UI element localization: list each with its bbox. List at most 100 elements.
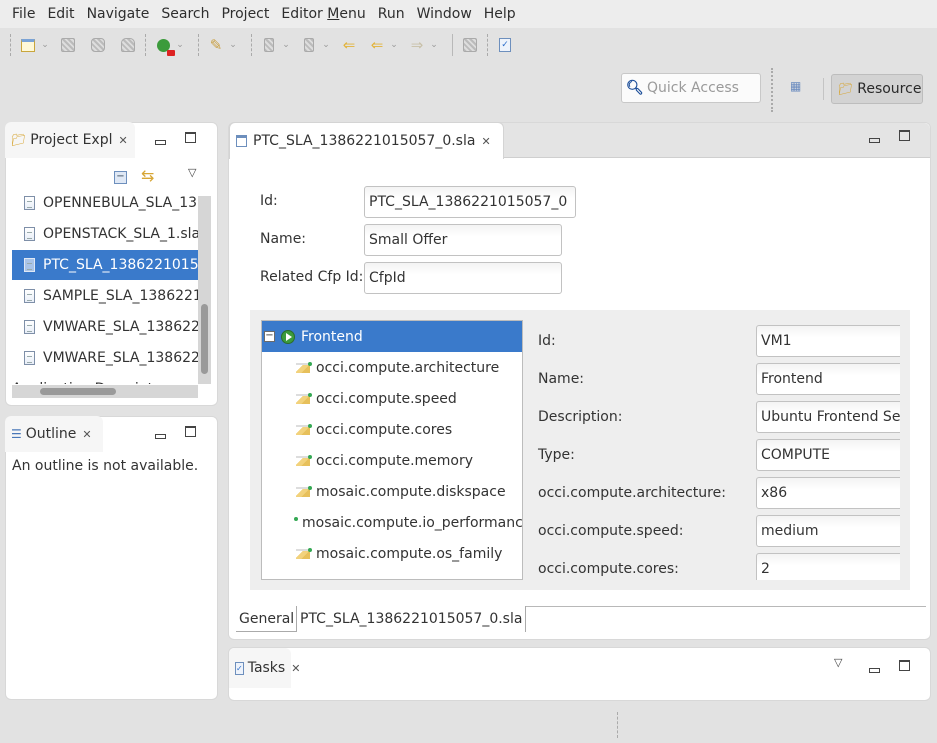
menu-editor-rest: enu [339, 6, 366, 22]
maximize-button[interactable] [185, 132, 196, 146]
new-wizard-icon[interactable] [17, 34, 39, 56]
tree-node[interactable]: occi.compute.speed [262, 383, 522, 414]
quick-access-input[interactable]: 🔍︎ Quick Access [621, 73, 761, 103]
close-icon[interactable]: ✕ [481, 135, 490, 148]
open-perspective-icon[interactable] [459, 34, 481, 56]
next-annotation-dropdown-icon[interactable]: ⌄ [280, 34, 292, 56]
collapse-all-icon[interactable]: − [114, 171, 127, 184]
menu-editor-prefix: Editor [281, 6, 328, 22]
vertical-scroll-thumb[interactable] [201, 304, 208, 374]
view-menu-icon[interactable]: ▽ [834, 656, 842, 669]
vertical-scrollbar[interactable] [198, 196, 211, 384]
horizontal-scrollbar[interactable] [12, 385, 198, 398]
detail-description-field[interactable]: Ubuntu Frontend Server [756, 401, 900, 433]
id-field[interactable]: PTC_SLA_1386221015057_0 [364, 186, 576, 218]
edit-dropdown-icon[interactable]: ⌄ [227, 34, 239, 56]
tree-node[interactable]: mosaic.compute.io_performance [262, 507, 522, 538]
name-field[interactable]: Small Offer [364, 224, 562, 256]
compute-node-icon [281, 329, 295, 344]
tasks-tab[interactable]: ✓ Tasks ✕ [229, 648, 300, 688]
tree-node[interactable]: occi.compute.cores [262, 414, 522, 445]
tasks-panel [228, 647, 931, 701]
perspective-bar-handle[interactable] [771, 68, 773, 112]
perspective-divider [823, 78, 824, 100]
new-dropdown-icon[interactable]: ⌄ [39, 34, 51, 56]
toolbar-separator [10, 34, 11, 56]
save-all-icon[interactable] [87, 34, 109, 56]
maximize-icon [899, 130, 910, 141]
close-icon[interactable]: ✕ [291, 662, 300, 675]
file-icon [24, 196, 35, 210]
detail-id-field[interactable]: VM1 [756, 325, 900, 357]
resource-perspective-button[interactable]: 📁︎ Resource [831, 74, 923, 104]
detail-cores-field[interactable]: 2 [756, 553, 900, 580]
close-icon[interactable]: ✕ [82, 428, 91, 441]
list-item[interactable]: VMWARE_SLA_138622 [12, 343, 198, 373]
list-item[interactable]: OPENSTACK_SLA_1.sla [12, 219, 198, 249]
minimize-icon [869, 138, 880, 143]
minimize-button[interactable] [869, 662, 880, 676]
menu-navigate[interactable]: Navigate [81, 6, 156, 22]
horizontal-scroll-thumb[interactable] [40, 388, 116, 395]
tasks-title: Tasks [247, 660, 286, 676]
tree-node-label: occi.compute.cores [316, 421, 453, 438]
maximize-button[interactable] [899, 130, 910, 144]
back-dropdown-icon[interactable]: ⌄ [388, 34, 400, 56]
related-cfp-id-field[interactable]: CfpId [364, 262, 562, 294]
toolbar-separator [198, 34, 199, 56]
tree-node[interactable]: mosaic.compute.diskspace [262, 476, 522, 507]
menu-help[interactable]: Help [478, 6, 522, 22]
list-item[interactable]: VMWARE_SLA_138622 [12, 312, 198, 342]
detail-name-field[interactable]: Frontend [756, 363, 900, 395]
editor-tab[interactable]: PTC_SLA_1386221015057_0.sla ✕ [229, 122, 504, 159]
property-icon [296, 454, 312, 466]
forward-icon[interactable]: ⇒ [406, 34, 428, 56]
list-item[interactable]: SAMPLE_SLA_1386221 [12, 281, 198, 311]
back-icon[interactable]: ⇐ [366, 34, 388, 56]
menu-window[interactable]: Window [411, 6, 478, 22]
tree-node[interactable]: occi.compute.memory [262, 445, 522, 476]
run-dropdown-icon[interactable]: ⌄ [174, 34, 186, 56]
project-explorer-tab[interactable]: 📁︎ Project Expl ✕ [5, 122, 135, 158]
forward-dropdown-icon[interactable]: ⌄ [428, 34, 440, 56]
save-icon[interactable] [57, 34, 79, 56]
property-icon [296, 547, 312, 559]
outline-tab[interactable]: ☰ Outline ✕ [5, 416, 103, 452]
previous-annotation-dropdown-icon[interactable]: ⌄ [320, 34, 332, 56]
tree-node-partial[interactable] [262, 569, 522, 579]
open-perspective-icon[interactable]: ▦ [790, 79, 808, 97]
print-icon[interactable] [117, 34, 139, 56]
minimize-button[interactable] [155, 134, 166, 148]
detail-type-field[interactable]: COMPUTE [756, 439, 900, 471]
last-edit-location-icon[interactable]: ⇐ [338, 34, 360, 56]
list-item[interactable]: OPENNEBULA_SLA_138 [12, 188, 198, 218]
detail-architecture-field[interactable]: x86 [756, 477, 900, 509]
maximize-button[interactable] [899, 660, 910, 674]
menu-project[interactable]: Project [215, 6, 275, 22]
tree-node[interactable]: mosaic.compute.os_family [262, 538, 522, 569]
tasks-icon[interactable]: ✓ [494, 34, 516, 56]
next-annotation-icon[interactable] [258, 34, 280, 56]
menu-run[interactable]: Run [372, 6, 411, 22]
detail-speed-field[interactable]: medium [756, 515, 900, 547]
maximize-button[interactable] [185, 426, 196, 440]
edit-icon[interactable]: ✎ [205, 34, 227, 56]
tree-node-frontend[interactable]: − Frontend [262, 321, 522, 352]
tab-source[interactable]: PTC_SLA_1386221015057_0.sla [296, 606, 527, 632]
link-with-editor-icon[interactable]: ⇆ [141, 166, 154, 185]
menu-editor-menu[interactable]: Editor Menu [275, 6, 371, 22]
view-menu-icon[interactable]: ▽ [188, 166, 196, 179]
run-icon[interactable] [152, 34, 175, 56]
minimize-button[interactable] [155, 428, 166, 442]
list-item-selected[interactable]: PTC_SLA_1386221015 [12, 250, 198, 280]
close-icon[interactable]: ✕ [119, 134, 128, 147]
list-item[interactable]: Application Descriptor ... [12, 374, 198, 384]
minimize-button[interactable] [869, 132, 880, 146]
collapse-icon[interactable]: − [264, 331, 275, 342]
tree-node[interactable]: occi.compute.architecture [262, 352, 522, 383]
tab-general[interactable]: General [236, 606, 298, 632]
menu-file[interactable]: File [6, 6, 41, 22]
previous-annotation-icon[interactable] [298, 34, 320, 56]
menu-edit[interactable]: Edit [41, 6, 80, 22]
menu-search[interactable]: Search [155, 6, 215, 22]
